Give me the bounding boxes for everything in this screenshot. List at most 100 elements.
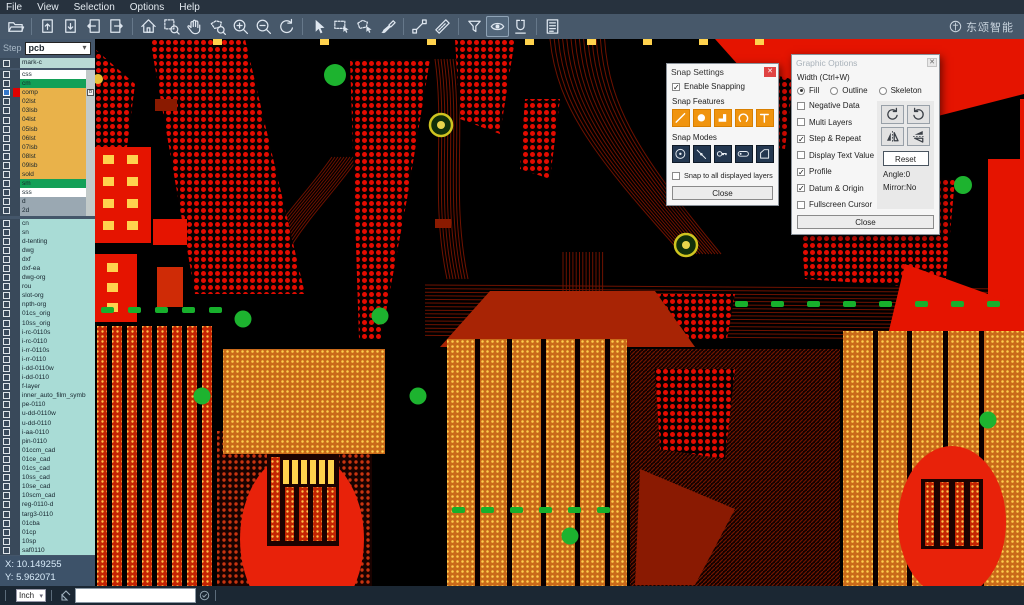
mirror-v-button[interactable] bbox=[907, 127, 930, 146]
radio-skeleton[interactable]: Skeleton bbox=[879, 86, 922, 95]
zoom-window-button[interactable] bbox=[160, 16, 183, 37]
layer-visibility-cell[interactable] bbox=[0, 282, 13, 291]
layer-visibility-cell[interactable] bbox=[0, 382, 13, 391]
layer-row-sn[interactable]: sn bbox=[0, 228, 95, 237]
layer-visibility-cell[interactable] bbox=[0, 473, 13, 482]
layer-row-d[interactable]: d bbox=[0, 197, 95, 206]
menu-help[interactable]: Help bbox=[179, 2, 200, 13]
layer-visibility-cell[interactable] bbox=[0, 409, 13, 418]
layer-row-pin-0110[interactable]: pin-0110 bbox=[0, 437, 95, 446]
layer-scrollbar[interactable] bbox=[86, 106, 95, 115]
enable-snapping-checkbox[interactable]: ✓ Enable Snapping bbox=[672, 82, 773, 91]
layer-scrollbar[interactable] bbox=[86, 70, 95, 79]
snap-pad-button[interactable] bbox=[693, 109, 711, 127]
graphic-dialog-titlebar[interactable]: Graphic Options ✕ bbox=[792, 55, 939, 69]
layer-row-saf0110[interactable]: saf0110 bbox=[0, 546, 95, 555]
checkbox-multi-layers[interactable]: Multi Layers bbox=[797, 118, 877, 127]
layer-visibility-cell[interactable] bbox=[0, 97, 13, 106]
layer-row-10se_cad[interactable]: 10se_cad bbox=[0, 482, 95, 491]
zoom-undo-button[interactable] bbox=[275, 16, 298, 37]
brush-button[interactable] bbox=[376, 16, 399, 37]
snap-arc-button[interactable] bbox=[735, 109, 753, 127]
run-command-icon[interactable] bbox=[199, 590, 210, 601]
zoom-out-button[interactable] bbox=[252, 16, 275, 37]
layer-row-04lst[interactable]: 04lst bbox=[0, 115, 95, 124]
layer-visibility-cell[interactable] bbox=[0, 161, 13, 170]
layer-scrollbar[interactable] bbox=[86, 134, 95, 143]
checkbox-negative-data[interactable]: Negative Data bbox=[797, 101, 877, 110]
layer-row-i-aa-0110[interactable]: i-aa-0110 bbox=[0, 428, 95, 437]
zoom-in-button[interactable] bbox=[229, 16, 252, 37]
layer-visibility-cell[interactable] bbox=[0, 510, 13, 519]
layer-row-f-layer[interactable]: f-layer bbox=[0, 382, 95, 391]
profile-corner-icon[interactable] bbox=[60, 590, 72, 602]
menu-view[interactable]: View bbox=[37, 2, 59, 13]
layer-visibility-cell[interactable] bbox=[0, 519, 13, 528]
mode-center-button[interactable] bbox=[672, 145, 690, 163]
layer-row-reg-0110-d[interactable]: reg-0110-d bbox=[0, 500, 95, 509]
layer-row-sold[interactable]: sold bbox=[0, 170, 95, 179]
layer-visibility-cell[interactable] bbox=[0, 428, 13, 437]
layer-visibility-cell[interactable] bbox=[0, 528, 13, 537]
pan-hand-button[interactable] bbox=[183, 16, 206, 37]
snap-close-button[interactable]: Close bbox=[672, 186, 773, 200]
layer-visibility-cell[interactable] bbox=[0, 355, 13, 364]
layer-row-07lsb[interactable]: 07lsb bbox=[0, 143, 95, 152]
layer-visibility-cell[interactable] bbox=[0, 491, 13, 500]
layer-visibility-cell[interactable] bbox=[0, 264, 13, 273]
page-forward-button[interactable] bbox=[105, 16, 128, 37]
layer-row-01cp[interactable]: 01cp bbox=[0, 528, 95, 537]
close-icon[interactable]: ✕ bbox=[927, 58, 937, 67]
layer-scrollbar[interactable] bbox=[86, 206, 95, 215]
checkbox-display-text-value[interactable]: Display Text Value bbox=[797, 151, 877, 160]
unit-dropdown[interactable]: Inch ▾ bbox=[16, 589, 46, 602]
layer-scrollbar[interactable] bbox=[86, 188, 95, 197]
layer-row-i-rr-0110[interactable]: i-rr-0110 bbox=[0, 355, 95, 364]
menu-selection[interactable]: Selection bbox=[74, 2, 115, 13]
layer-visibility-cell[interactable] bbox=[0, 455, 13, 464]
layer-row-cm[interactable]: cm bbox=[0, 79, 95, 88]
radio-fill[interactable]: Fill bbox=[797, 86, 819, 95]
measure-line-button[interactable] bbox=[408, 16, 431, 37]
layer-row-cn[interactable]: cn bbox=[0, 219, 95, 228]
step-dropdown[interactable]: pcb ▾ bbox=[25, 42, 91, 55]
layer-scrollbar[interactable] bbox=[86, 161, 95, 170]
menu-file[interactable]: File bbox=[6, 2, 22, 13]
layer-row-09lsb[interactable]: 09lsb bbox=[0, 161, 95, 170]
layer-visibility-cell[interactable] bbox=[0, 58, 13, 68]
layer-visibility-cell[interactable] bbox=[0, 337, 13, 346]
report-button[interactable] bbox=[541, 16, 564, 37]
layer-visibility-cell[interactable] bbox=[0, 134, 13, 143]
layer-visibility-cell[interactable] bbox=[0, 300, 13, 309]
layer-scrollbar[interactable] bbox=[86, 152, 95, 161]
layer-row-npth-org[interactable]: npth-org bbox=[0, 300, 95, 309]
page-export-button[interactable] bbox=[59, 16, 82, 37]
select-arrow-button[interactable] bbox=[307, 16, 330, 37]
layer-visibility-cell[interactable] bbox=[0, 219, 13, 228]
layer-visibility-cell[interactable] bbox=[0, 309, 13, 318]
mirror-h-button[interactable] bbox=[881, 127, 904, 146]
layer-visibility-cell[interactable] bbox=[0, 143, 13, 152]
close-icon[interactable]: ✕ bbox=[764, 67, 776, 77]
layer-scrollbar[interactable] bbox=[86, 197, 95, 206]
graphic-close-button[interactable]: Close bbox=[797, 215, 934, 229]
layer-row-01ce_cad[interactable]: 01ce_cad bbox=[0, 455, 95, 464]
layer-visibility-cell[interactable] bbox=[0, 179, 13, 188]
layer-visibility-cell[interactable] bbox=[0, 500, 13, 509]
layer-visibility-cell[interactable] bbox=[0, 273, 13, 282]
layer-visibility-cell[interactable] bbox=[0, 319, 13, 328]
layer-row-01cs_cad[interactable]: 01cs_cad bbox=[0, 464, 95, 473]
menu-options[interactable]: Options bbox=[130, 2, 164, 13]
layer-visibility-cell[interactable] bbox=[0, 255, 13, 264]
mode-surface-button[interactable] bbox=[756, 145, 774, 163]
layer-row-03lsb[interactable]: 03lsb bbox=[0, 106, 95, 115]
layer-row-pe-0110[interactable]: pe-0110 bbox=[0, 400, 95, 409]
reset-button[interactable]: Reset bbox=[883, 151, 929, 166]
layer-row-05lsb[interactable]: 05lsb bbox=[0, 125, 95, 134]
home-button[interactable] bbox=[137, 16, 160, 37]
layer-row-targ3-0110[interactable]: targ3-0110 bbox=[0, 510, 95, 519]
layer-visibility-cell[interactable] bbox=[0, 546, 13, 555]
zoom-area-button[interactable] bbox=[206, 16, 229, 37]
mode-slot-button[interactable] bbox=[735, 145, 753, 163]
layer-scrollbar[interactable] bbox=[86, 115, 95, 124]
